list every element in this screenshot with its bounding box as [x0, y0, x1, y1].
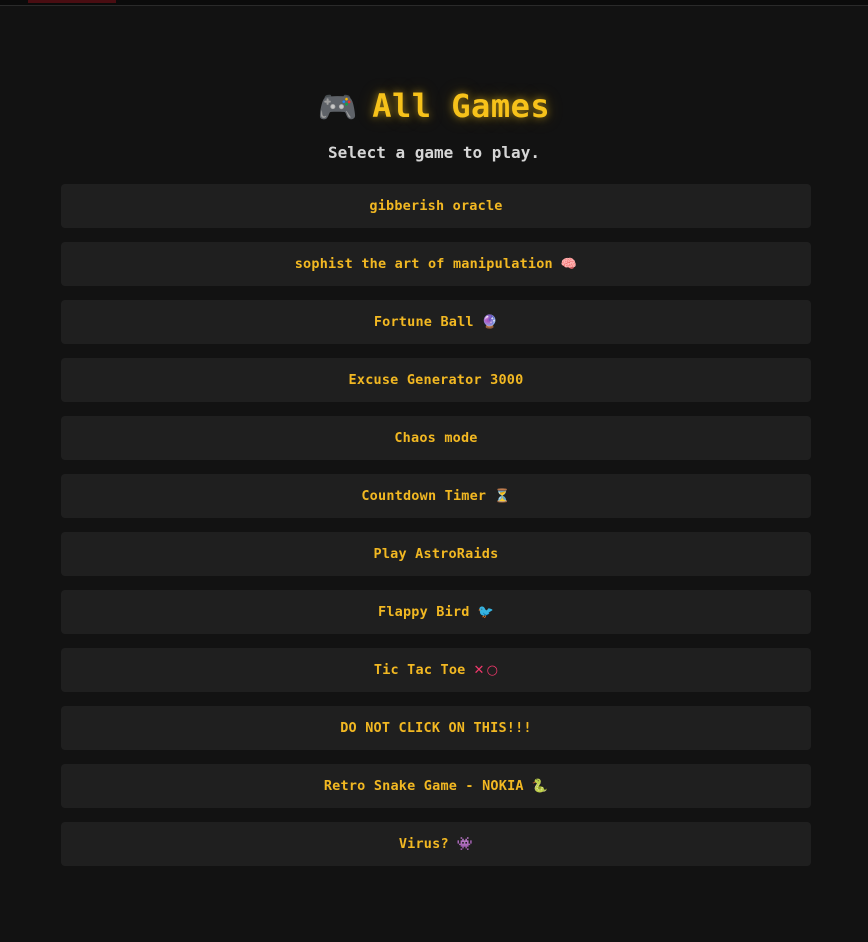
- hourglass-icon: ⏳: [494, 488, 511, 504]
- page-subtitle: Select a game to play.: [328, 143, 540, 162]
- game-label: Retro Snake Game - NOKIA: [323, 778, 524, 794]
- o-mark-icon: ○: [486, 662, 499, 678]
- alien-icon: 👾: [456, 836, 474, 852]
- page-title: 🎮 All Games: [0, 82, 868, 131]
- game-label: DO NOT CLICK ON THIS!!!: [340, 720, 532, 736]
- game-button-sophist[interactable]: sophist the art of manipulation 🧠: [61, 242, 811, 286]
- game-label: Countdown Timer: [361, 488, 487, 504]
- brain-icon: 🧠: [560, 256, 578, 272]
- snake-icon: 🐍: [531, 778, 549, 794]
- game-label: sophist the art of manipulation: [294, 256, 553, 272]
- game-button-chaos-mode[interactable]: Chaos mode: [61, 416, 811, 460]
- top-bar-accent: [28, 0, 116, 3]
- game-controller-icon: 🎮: [317, 88, 359, 126]
- bird-icon: 🐦: [477, 604, 494, 620]
- game-label: Virus?: [398, 836, 449, 852]
- game-label: Fortune Ball: [373, 314, 474, 330]
- game-button-gibberish-oracle[interactable]: gibberish oracle: [61, 184, 811, 228]
- x-o-icon: ✕ ○: [473, 663, 498, 678]
- x-mark-icon: ✕: [473, 662, 485, 678]
- game-label: gibberish oracle: [369, 198, 503, 214]
- game-label: Play AstroRaids: [373, 546, 499, 562]
- game-button-astroraids[interactable]: Play AstroRaids: [61, 532, 811, 576]
- game-button-do-not-click[interactable]: DO NOT CLICK ON THIS!!!: [61, 706, 811, 750]
- games-list: gibberish oracle sophist the art of mani…: [61, 184, 811, 880]
- game-label: Chaos mode: [394, 430, 478, 446]
- page-header: 🎮 All Games Select a game to play.: [0, 82, 868, 165]
- game-label: Flappy Bird: [378, 604, 470, 620]
- game-button-flappy-bird[interactable]: Flappy Bird 🐦: [61, 590, 811, 634]
- game-button-countdown-timer[interactable]: Countdown Timer ⏳: [61, 474, 811, 518]
- game-button-tic-tac-toe[interactable]: Tic Tac Toe ✕ ○: [61, 648, 811, 692]
- page-title-text: All Games: [372, 87, 551, 125]
- game-button-excuse-generator[interactable]: Excuse Generator 3000: [61, 358, 811, 402]
- game-button-fortune-ball[interactable]: Fortune Ball 🔮: [61, 300, 811, 344]
- magic-ball-icon: 🔮: [481, 314, 499, 330]
- game-label: Excuse Generator 3000: [348, 372, 524, 388]
- game-button-retro-snake[interactable]: Retro Snake Game - NOKIA 🐍: [61, 764, 811, 808]
- top-bar: [0, 0, 868, 6]
- game-button-virus[interactable]: Virus? 👾: [61, 822, 811, 866]
- game-label: Tic Tac Toe: [373, 662, 466, 678]
